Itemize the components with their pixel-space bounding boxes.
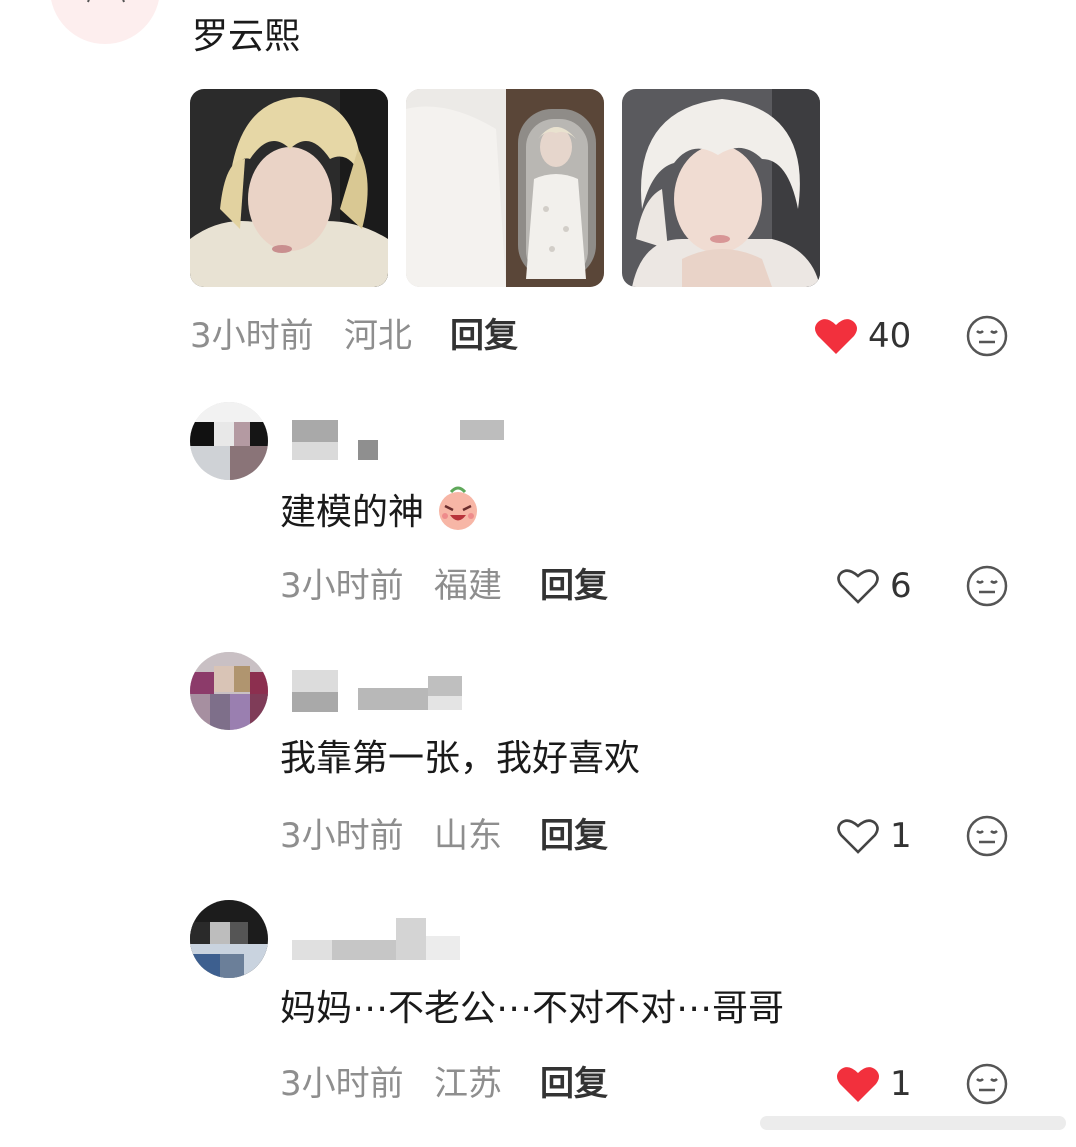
comment-location: 河北 <box>344 316 412 356</box>
neutral-face-icon[interactable] <box>966 315 1008 357</box>
like-count: 1 <box>890 816 912 856</box>
avatar-face-icon <box>87 0 125 3</box>
reply-button[interactable]: 回复 <box>540 816 608 856</box>
comment-location: 福建 <box>434 566 502 606</box>
heart-outline-icon[interactable] <box>836 816 880 856</box>
comment-text: 建模的神 <box>280 486 481 536</box>
like-count: 40 <box>868 316 912 356</box>
laughing-face-emoji <box>439 486 478 530</box>
heart-outline-icon[interactable] <box>836 566 880 606</box>
comment-time: 3小时前 <box>280 566 404 606</box>
comment-location: 山东 <box>434 816 502 856</box>
like-count: 1 <box>890 1064 912 1104</box>
comment-image-3[interactable] <box>622 89 820 287</box>
comment-text: 妈妈⋯不老公⋯不对不对⋯哥哥 <box>280 988 785 1029</box>
neutral-face-icon[interactable] <box>966 565 1008 607</box>
reply-button[interactable]: 回复 <box>540 566 608 606</box>
comment-location: 江苏 <box>434 1064 502 1104</box>
comment-image-2[interactable] <box>406 89 604 287</box>
heart-filled-icon[interactable] <box>814 316 858 356</box>
avatar[interactable] <box>190 402 268 480</box>
avatar[interactable] <box>190 900 268 978</box>
comment-text-content: 建模的神 <box>280 492 425 533</box>
avatar[interactable] <box>50 0 160 44</box>
avatar[interactable] <box>190 652 268 730</box>
reply-button[interactable]: 回复 <box>540 1064 608 1104</box>
comment-time: 3小时前 <box>280 816 404 856</box>
comment-time: 3小时前 <box>280 1064 404 1104</box>
comment-time: 3小时前 <box>190 316 314 356</box>
comment-image-1[interactable] <box>190 89 388 287</box>
heart-filled-icon[interactable] <box>836 1064 880 1104</box>
neutral-face-icon[interactable] <box>966 1063 1008 1105</box>
neutral-face-icon[interactable] <box>966 815 1008 857</box>
comment-text: 罗云熙 <box>192 16 301 57</box>
reply-button[interactable]: 回复 <box>450 316 518 356</box>
like-count: 6 <box>890 566 912 606</box>
comment-text: 我靠第一张，我好喜欢 <box>280 738 641 779</box>
watermark-bar <box>760 1116 1066 1130</box>
